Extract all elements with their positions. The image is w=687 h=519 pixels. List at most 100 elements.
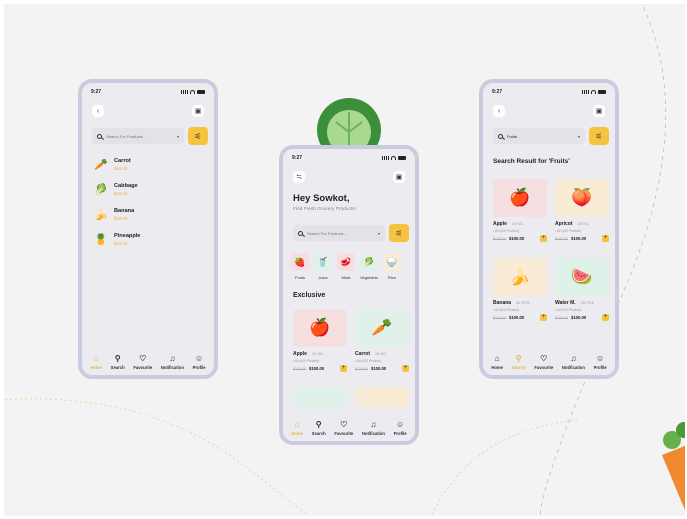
item-name: Pineapple (114, 233, 141, 239)
category-rice[interactable]: 🍚 Rice (383, 253, 401, 280)
product-card[interactable]: 🍉 Water M. 2X PCS • AV:(100 Product) $120… (555, 258, 609, 321)
signal-icon (382, 156, 389, 160)
product-unit: 1X KG (311, 352, 324, 356)
profile-icon: ☺ (596, 353, 605, 363)
status-bar: 9:27 (492, 88, 606, 96)
product-card[interactable]: 🍑 Apricot 2X KG • AV:(100 Product) $120.0… (555, 179, 609, 242)
product-card[interactable]: 🍎 Apple 1X KG • AV:(100 Product) $120.00 $… (493, 179, 547, 242)
old-price: $120.00 (555, 315, 568, 320)
list-item[interactable]: 🍍 Pineapple $15.00 (94, 233, 140, 246)
pineapple-icon: 🍍 (94, 234, 108, 246)
add-to-cart-button[interactable]: + (540, 235, 547, 242)
tab-profile[interactable]: ☺ Profile (594, 353, 607, 370)
product-card[interactable]: 🍎 Apple 1X KG • AV:(100 Product) $120.00 $… (293, 309, 347, 372)
apple-icon: 🍎 (293, 309, 347, 347)
list-item[interactable]: 🍌 Banana $15.00 (94, 208, 134, 221)
phone-search-results-screen: 9:27 ‹ ▣ ▾ ⚟ Search Result for 'Fruits' … (479, 79, 619, 379)
product-unit: 2X KG (577, 222, 589, 226)
wifi-icon (591, 90, 596, 94)
tab-notification[interactable]: ♫ Notification (562, 354, 585, 370)
search-input[interactable] (307, 230, 374, 236)
search-input[interactable] (507, 133, 574, 139)
item-price: $15.00 (114, 216, 128, 221)
product-availability: • AV:(100 Product) (555, 229, 581, 233)
search-result-title: Search Result for 'Fruits' (493, 158, 570, 165)
tab-home[interactable]: ⌂ Home (90, 354, 102, 370)
search-input[interactable] (106, 133, 173, 139)
product-card-partial[interactable] (293, 387, 347, 407)
old-price: $120.00 (555, 236, 568, 241)
watermelon-icon: 🍉 (555, 258, 609, 296)
tab-search[interactable]: ⚲ Search (111, 353, 125, 370)
add-to-cart-button[interactable]: + (340, 365, 347, 372)
heart-icon: ♡ (340, 419, 348, 429)
category-vegetable[interactable]: 🥬 Vegetable (360, 253, 378, 280)
item-price: $15.00 (114, 191, 128, 196)
product-card[interactable]: 🥕 Carrot 1X KG • AV:(100 Product) $120.00… (355, 309, 409, 372)
menu-button[interactable]: ≒ (293, 171, 305, 183)
search-bar[interactable]: ▾ (493, 128, 585, 144)
tab-search[interactable]: ⚲ Search (512, 354, 526, 370)
category-juice[interactable]: 🥤 Juice (314, 253, 332, 280)
product-unit: 1X KG (375, 352, 387, 356)
tab-bar: ⌂ Home ⚲ Search ♡ Favourite ♫ Notification ☺… (82, 349, 214, 375)
status-bar: 9:27 (292, 154, 406, 162)
menu-icon: ≒ (296, 174, 302, 181)
item-name: Carrot (114, 158, 131, 164)
tab-home[interactable]: ⌂ Home (291, 419, 303, 436)
search-icon: ⚲ (114, 353, 121, 363)
item-name: Cabbage (114, 183, 138, 189)
search-bar[interactable]: ▾ (92, 128, 184, 144)
chevron-left-icon: ‹ (96, 107, 100, 115)
tab-notification[interactable]: ♫ Notification (161, 353, 184, 370)
cart-button[interactable]: ▣ (593, 105, 605, 117)
greeting-subtitle: Find Fresh Grocery Products! (293, 207, 356, 212)
back-button[interactable]: ‹ (92, 105, 104, 117)
tab-favourite[interactable]: ♡ Favourite (133, 354, 152, 370)
carrot-icon: 🥕 (94, 159, 108, 171)
back-button[interactable]: ‹ (493, 105, 505, 117)
tab-notification[interactable]: ♫ Notification (362, 420, 385, 436)
search-bar[interactable]: ▾ (293, 225, 385, 241)
category-meat[interactable]: 🥩 Meat (337, 253, 355, 280)
greeting-title: Hey Sowkot, (293, 193, 350, 204)
tab-bar: ⌂ Home ⚲ Search ♡ Favourite ♫ Notification ☺… (283, 415, 415, 441)
tab-profile[interactable]: ☺ Profile (394, 420, 407, 436)
product-card-partial[interactable] (355, 387, 409, 407)
product-availability: • AV:(100 Product) (555, 308, 581, 312)
old-price: $120.00 (493, 315, 506, 320)
filter-button[interactable]: ⚟ (589, 127, 609, 145)
add-to-cart-button[interactable]: + (402, 365, 409, 372)
tab-favourite[interactable]: ♡ Favourite (334, 419, 353, 436)
filter-button[interactable]: ⚟ (188, 127, 208, 145)
list-item[interactable]: 🥬 Cabbage $15.00 (94, 183, 138, 196)
tab-home[interactable]: ⌂ Home (491, 354, 503, 370)
home-icon: ⌂ (294, 419, 300, 429)
meat-icon: 🥩 (337, 253, 355, 271)
list-item[interactable]: 🥕 Carrot $15.00 (94, 158, 131, 171)
signal-icon (181, 90, 188, 94)
heart-icon: ♡ (540, 353, 548, 363)
new-price: $100.00 (371, 366, 387, 371)
bell-icon: ♫ (169, 353, 176, 363)
cart-button[interactable]: ▣ (393, 171, 405, 183)
filter-icon: ⚟ (595, 131, 603, 141)
product-card[interactable]: 🍌 Banana 5X PCS • AV:(100 Product) $120.0… (493, 258, 547, 321)
cart-button[interactable]: ▣ (192, 105, 204, 117)
add-to-cart-button[interactable]: + (602, 314, 609, 321)
product-unit: 1X KG (511, 222, 524, 226)
vegetable-icon: 🥬 (360, 253, 378, 271)
search-icon: ⚲ (315, 419, 322, 429)
search-icon (298, 230, 303, 236)
tab-favourite[interactable]: ♡ Favourite (534, 353, 553, 370)
category-list: 🍓 Fruits 🥤 Juice 🥩 Meat 🥬 Vegetable 🍚 Rice (291, 253, 401, 280)
filter-button[interactable]: ⚟ (389, 224, 409, 242)
new-price: $100.00 (509, 315, 525, 320)
juice-icon: 🥤 (314, 253, 332, 271)
add-to-cart-button[interactable]: + (540, 314, 547, 321)
product-availability: • AV:(100 Product) (355, 359, 381, 363)
tab-profile[interactable]: ☺ Profile (193, 354, 206, 370)
tab-search[interactable]: ⚲ Search (312, 419, 326, 436)
category-fruits[interactable]: 🍓 Fruits (291, 253, 309, 280)
add-to-cart-button[interactable]: + (602, 235, 609, 242)
